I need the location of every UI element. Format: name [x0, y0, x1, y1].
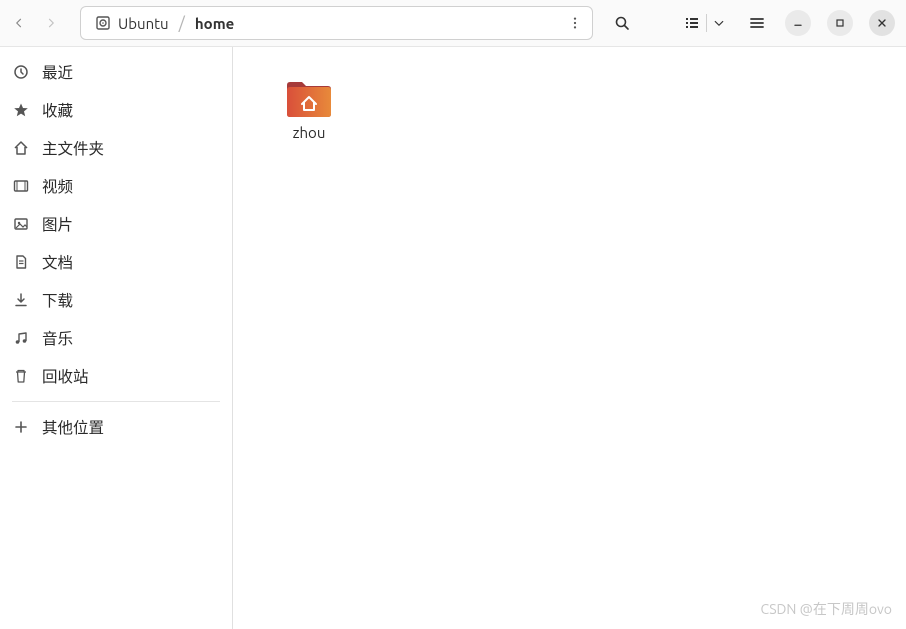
search-button[interactable]: [607, 8, 637, 38]
folder-item[interactable]: zhou: [261, 77, 357, 141]
sidebar-item-label: 下载: [42, 289, 73, 311]
body: 最近 收藏 主文件夹 视频 图片: [0, 47, 906, 629]
search-icon: [614, 15, 630, 31]
minimize-icon: [792, 17, 804, 29]
disk-icon: [95, 15, 111, 31]
nav-forward-button[interactable]: [38, 10, 64, 36]
view-options-button[interactable]: [707, 9, 731, 37]
video-icon: [12, 177, 30, 195]
sidebar-item-recent[interactable]: 最近: [0, 53, 232, 91]
sidebar-item-label: 其他位置: [42, 416, 104, 438]
watermark: CSDN @在下周周ovo: [760, 599, 892, 619]
chevron-right-icon: [45, 17, 57, 29]
path-root[interactable]: Ubuntu: [91, 15, 173, 32]
star-icon: [12, 101, 30, 119]
sidebar-item-label: 音乐: [42, 327, 73, 349]
sidebar-item-label: 收藏: [42, 99, 73, 121]
download-icon: [12, 291, 30, 309]
chevron-left-icon: [13, 17, 25, 29]
sidebar-item-label: 主文件夹: [42, 137, 104, 159]
list-icon: [684, 15, 700, 31]
path-current-label: home: [195, 15, 234, 32]
sidebar-item-pictures[interactable]: 图片: [0, 205, 232, 243]
sidebar-item-label: 文档: [42, 251, 73, 273]
sidebar-item-label: 回收站: [42, 365, 89, 387]
window-maximize-button[interactable]: [827, 10, 853, 36]
sidebar-item-videos[interactable]: 视频: [0, 167, 232, 205]
music-icon: [12, 329, 30, 347]
sidebar-item-label: 最近: [42, 61, 73, 83]
home-icon: [12, 139, 30, 157]
home-folder-icon: [285, 77, 333, 119]
sidebar-item-home[interactable]: 主文件夹: [0, 129, 232, 167]
file-name-label: zhou: [293, 124, 326, 141]
maximize-icon: [834, 17, 846, 29]
window-minimize-button[interactable]: [785, 10, 811, 36]
nav-back-button[interactable]: [6, 10, 32, 36]
chevron-down-icon: [713, 17, 725, 29]
trash-icon: [12, 367, 30, 385]
path-bar[interactable]: Ubuntu / home: [80, 6, 593, 40]
kebab-icon: [568, 16, 582, 30]
path-current[interactable]: home: [191, 15, 238, 32]
sidebar-item-downloads[interactable]: 下载: [0, 281, 232, 319]
clock-icon: [12, 63, 30, 81]
sidebar-item-label: 视频: [42, 175, 73, 197]
sidebar-item-trash[interactable]: 回收站: [0, 357, 232, 395]
list-view-button[interactable]: [678, 9, 706, 37]
sidebar-item-other-locations[interactable]: 其他位置: [0, 408, 232, 446]
window-close-button[interactable]: [869, 10, 895, 36]
hamburger-menu-button[interactable]: [742, 8, 772, 38]
document-icon: [12, 253, 30, 271]
path-root-label: Ubuntu: [118, 15, 169, 32]
header-toolbar: Ubuntu / home: [0, 0, 906, 47]
plus-icon: [12, 418, 30, 436]
path-separator: /: [173, 14, 191, 33]
picture-icon: [12, 215, 30, 233]
hamburger-icon: [749, 15, 765, 31]
sidebar-item-starred[interactable]: 收藏: [0, 91, 232, 129]
content-pane[interactable]: zhou CSDN @在下周周ovo: [233, 47, 906, 629]
sidebar-item-label: 图片: [42, 213, 73, 235]
sidebar-item-documents[interactable]: 文档: [0, 243, 232, 281]
sidebar: 最近 收藏 主文件夹 视频 图片: [0, 47, 233, 629]
path-menu-button[interactable]: [562, 10, 588, 36]
sidebar-item-music[interactable]: 音乐: [0, 319, 232, 357]
close-icon: [876, 17, 888, 29]
view-mode-split-button: [677, 8, 732, 38]
sidebar-separator: [12, 401, 220, 402]
